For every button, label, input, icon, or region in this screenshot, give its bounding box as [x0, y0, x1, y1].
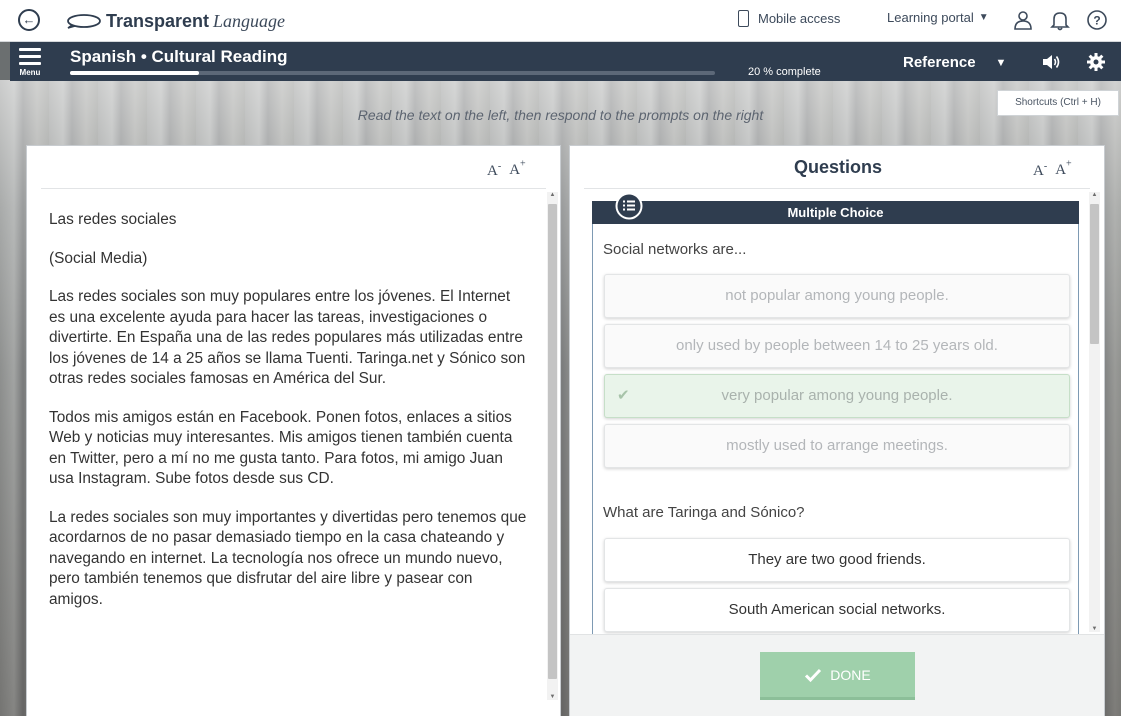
increase-font-glyph: A — [509, 162, 521, 178]
answer-choice-correct[interactable]: ✔ very popular among young people. — [604, 374, 1070, 418]
svg-text:?: ? — [1093, 14, 1100, 28]
increase-font-button[interactable]: A+ — [509, 158, 525, 180]
increase-font-glyph: A — [1055, 162, 1067, 178]
reading-text: Las redes sociales (Social Media) Las re… — [49, 210, 527, 628]
learning-portal-label: Learning portal — [887, 10, 974, 25]
panel-divider — [41, 188, 546, 189]
reading-panel: A- A+ Las redes sociales (Social Media) … — [26, 145, 561, 716]
phone-icon — [738, 10, 749, 27]
decrease-font-button[interactable]: A- — [1033, 161, 1047, 180]
increase-font-button[interactable]: A+ — [1055, 158, 1071, 180]
brand-name: Transparent — [106, 10, 210, 31]
answer-choice-label: very popular among young people. — [721, 387, 953, 404]
speaker-icon[interactable] — [1041, 53, 1061, 71]
mobile-access-link[interactable]: Mobile access — [738, 10, 840, 27]
menu-label: Menu — [19, 68, 41, 77]
multiple-choice-header: Multiple Choice — [592, 201, 1079, 224]
increase-font-sign: + — [520, 158, 526, 170]
course-nav-bar: Menu Spanish • Cultural Reading 20 % com… — [10, 42, 1121, 81]
progress-text: 20 % complete — [748, 66, 821, 78]
reference-label: Reference — [903, 54, 976, 71]
reading-paragraph: Las redes sociales son muy populares ent… — [49, 288, 526, 387]
progress-bar-fill — [70, 71, 199, 75]
reading-subtitle: (Social Media) — [49, 249, 148, 267]
question-prompt: What are Taringa and Sónico? — [603, 504, 805, 521]
answer-choice[interactable]: They are two good friends. — [604, 538, 1070, 582]
font-size-controls: A- A+ — [1033, 158, 1072, 180]
decrease-font-sign: - — [1043, 161, 1048, 172]
brand-name-italic: Language — [213, 10, 286, 31]
scroll-down-icon[interactable]: ▼ — [1089, 626, 1100, 632]
multiple-choice-section: Multiple Choice Social networks are... n… — [592, 201, 1079, 634]
questions-panel: Questions A- A+ Multiple Choice Social n… — [569, 145, 1105, 716]
reading-scrollbar[interactable]: ▲ ▼ — [547, 192, 558, 700]
check-icon — [805, 668, 822, 682]
font-size-controls: A- A+ — [487, 158, 526, 180]
brand-logo: Transparent Language — [66, 10, 285, 32]
questions-scroll-area: Multiple Choice Social networks are... n… — [592, 201, 1079, 634]
decrease-font-glyph: A — [487, 163, 498, 179]
scroll-up-icon[interactable]: ▲ — [547, 192, 558, 198]
transparent-logo-icon — [67, 14, 101, 29]
hamburger-icon-bar — [19, 62, 41, 65]
reading-paragraph: Todos mis amigos están en Facebook. Pone… — [49, 408, 513, 488]
instruction-text: Read the text on the left, then respond … — [357, 107, 764, 123]
increase-font-sign: + — [1066, 158, 1072, 170]
answer-choice[interactable]: mostly used to arrange meetings. — [604, 424, 1070, 468]
answer-choice[interactable]: South American social networks. — [604, 588, 1070, 632]
scroll-up-icon[interactable]: ▲ — [1089, 192, 1100, 198]
list-icon — [615, 192, 643, 220]
decrease-font-button[interactable]: A- — [487, 161, 501, 180]
questions-footer: DONE — [570, 634, 1104, 716]
gear-icon[interactable] — [1086, 52, 1106, 72]
panel-divider — [584, 188, 1090, 189]
questions-scrollbar[interactable]: ▲ ▼ — [1089, 192, 1100, 632]
answer-choice[interactable]: not popular among young people. — [604, 274, 1070, 318]
top-bar: ← Transparent Language Mobile access Lea… — [0, 0, 1121, 42]
done-button[interactable]: DONE — [760, 652, 915, 700]
answer-choice[interactable]: only used by people between 14 to 25 yea… — [604, 324, 1070, 368]
reading-title: Las redes sociales — [49, 211, 177, 228]
caret-down-icon: ▼ — [978, 12, 989, 23]
menu-button[interactable]: Menu — [19, 48, 41, 77]
help-icon[interactable]: ? — [1086, 9, 1108, 31]
hamburger-icon — [19, 48, 41, 51]
check-icon: ✔ — [617, 387, 630, 404]
mobile-access-label: Mobile access — [758, 11, 841, 26]
decrease-font-glyph: A — [1033, 163, 1044, 179]
reference-dropdown[interactable]: Reference ▼ — [903, 54, 1006, 71]
bell-icon[interactable] — [1049, 9, 1071, 31]
hamburger-icon-bar — [19, 55, 41, 58]
questions-title: Questions — [793, 157, 882, 177]
scroll-down-icon[interactable]: ▼ — [547, 694, 558, 700]
scrollbar-thumb[interactable] — [1090, 204, 1099, 344]
back-icon[interactable]: ← — [18, 9, 40, 31]
done-label: DONE — [830, 666, 871, 683]
course-title: Spanish • Cultural Reading — [70, 47, 288, 66]
reading-paragraph: La redes sociales son muy importantes y … — [49, 508, 527, 608]
progress-bar — [70, 71, 715, 75]
question-prompt: Social networks are... — [603, 241, 747, 258]
learning-portal-dropdown[interactable]: Learning portal ▼ — [887, 10, 989, 25]
decrease-font-sign: - — [497, 161, 502, 172]
caret-down-icon: ▼ — [995, 56, 1007, 69]
user-icon[interactable] — [1012, 9, 1034, 31]
scrollbar-thumb[interactable] — [548, 204, 557, 679]
